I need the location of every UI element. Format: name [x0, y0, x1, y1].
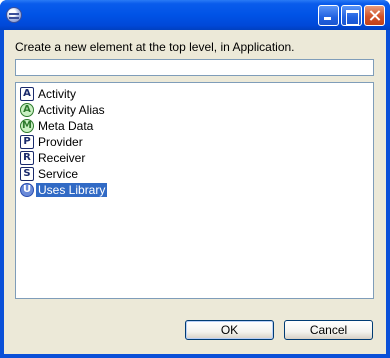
provider-icon: P — [20, 135, 34, 149]
list-item-label: Activity — [38, 87, 77, 101]
list-item-activity-alias[interactable]: A Activity Alias — [20, 102, 107, 118]
meta-data-icon: M — [20, 119, 34, 133]
list-item-label: Uses Library — [36, 183, 108, 197]
eclipse-icon — [6, 7, 22, 23]
dialog-body: Create a new element at the top level, i… — [4, 30, 386, 354]
activity-icon: A — [20, 87, 34, 101]
list-item-uses-library[interactable]: U Uses Library — [20, 182, 108, 198]
service-icon: S — [20, 167, 34, 181]
cancel-button[interactable]: Cancel — [284, 320, 373, 340]
list-item-meta-data[interactable]: M Meta Data — [20, 118, 95, 134]
list-item-service[interactable]: S Service — [20, 166, 80, 182]
list-item-receiver[interactable]: R Receiver — [20, 150, 87, 166]
ok-button[interactable]: OK — [185, 320, 274, 340]
close-button[interactable] — [364, 5, 385, 26]
activity-alias-icon: A — [20, 103, 34, 117]
list-item-provider[interactable]: P Provider — [20, 134, 85, 150]
list-item-label: Receiver — [38, 151, 86, 165]
maximize-icon — [342, 6, 361, 25]
prompt-label: Create a new element at the top level, i… — [15, 40, 295, 54]
list-item-activity[interactable]: A Activity — [20, 86, 78, 102]
filter-input[interactable] — [15, 59, 374, 76]
uses-library-icon: U — [20, 183, 34, 197]
element-list[interactable]: A Activity A Activity Alias M Meta Data … — [15, 82, 374, 299]
list-item-label: Service — [38, 167, 79, 181]
list-item-label: Meta Data — [38, 119, 94, 133]
maximize-button[interactable] — [341, 5, 362, 26]
receiver-icon: R — [20, 151, 34, 165]
minimize-button[interactable] — [318, 5, 339, 26]
list-item-label: Provider — [38, 135, 83, 149]
title-bar[interactable] — [0, 0, 390, 30]
minimize-icon — [319, 6, 338, 25]
dialog-window: Create a new element at the top level, i… — [0, 0, 390, 358]
close-icon — [365, 6, 384, 25]
list-item-label: Activity Alias — [38, 103, 105, 117]
